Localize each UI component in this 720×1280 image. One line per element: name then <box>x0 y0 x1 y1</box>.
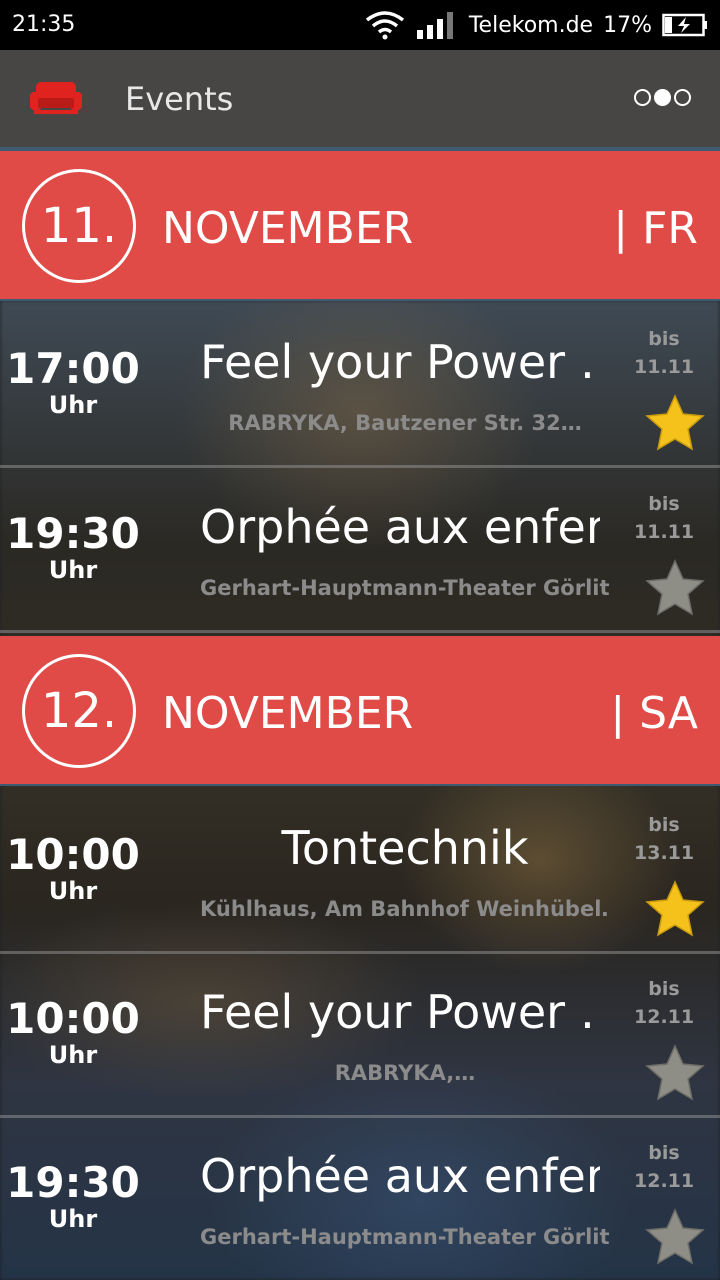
until-label: bis <box>648 814 680 836</box>
status-bar: 21:35 Telekom.de 17% <box>0 0 720 50</box>
battery-percent: 17% <box>603 12 652 38</box>
day-number: 11. <box>22 169 136 283</box>
event-until: bis 12.11 <box>634 1139 694 1195</box>
event-until: bis 11.11 <box>634 325 694 381</box>
event-time: 17:00 <box>6 344 140 393</box>
wifi-icon <box>365 11 404 40</box>
event-time: 10:00 <box>6 994 140 1043</box>
event-title: Feel your Power … <box>200 985 600 1039</box>
star-outline-icon[interactable] <box>644 1043 706 1103</box>
overflow-dots-icon[interactable] <box>634 89 691 106</box>
status-time: 21:35 <box>12 12 76 37</box>
event-time: 19:30 <box>6 509 140 558</box>
signal-icon <box>416 12 453 39</box>
event-until: bis 11.11 <box>634 490 694 546</box>
weekday-label: | SA <box>610 688 698 739</box>
event-row[interactable]: 17:00 Uhr Feel your Power … RABRYKA, Bau… <box>0 303 720 468</box>
event-time-unit: Uhr <box>48 1041 98 1069</box>
event-title: Orphée aux enfer… <box>200 1149 600 1203</box>
event-row[interactable]: 10:00 Uhr Feel your Power … RABRYKA,… bi… <box>0 953 720 1118</box>
event-until: bis 12.11 <box>634 975 694 1031</box>
weekday-label: | FR <box>613 203 698 254</box>
star-outline-icon[interactable] <box>644 558 706 618</box>
event-time: 19:30 <box>6 1158 140 1207</box>
event-row[interactable]: 19:30 Uhr Orphée aux enfer… Gerhart-Haup… <box>0 1117 720 1279</box>
until-date: 11.11 <box>634 521 695 543</box>
event-time: 10:00 <box>6 830 140 879</box>
until-label: bis <box>648 1142 680 1164</box>
event-row[interactable]: 10:00 Uhr Tontechnik Kühlhaus, Am Bahnho… <box>0 789 720 954</box>
sofa-icon[interactable] <box>28 80 84 116</box>
star-outline-icon[interactable] <box>644 1207 706 1267</box>
until-label: bis <box>648 978 680 1000</box>
day-number: 12. <box>22 654 136 768</box>
event-time-unit: Uhr <box>48 556 98 584</box>
until-date: 12.11 <box>634 1170 695 1192</box>
day-header: 11. NOVEMBER | FR <box>0 151 720 301</box>
event-location: Kühlhaus, Am Bahnhof Weinhübel… <box>200 897 610 921</box>
app-bar: Events <box>0 50 720 151</box>
event-row[interactable]: 19:30 Uhr Orphée aux enfer… Gerhart-Haup… <box>0 468 720 633</box>
month-label: NOVEMBER <box>162 203 414 254</box>
day-header: 12. NOVEMBER | SA <box>0 636 720 786</box>
event-location: RABRYKA,… <box>334 1061 476 1085</box>
event-time-unit: Uhr <box>48 877 98 905</box>
star-favorite-icon[interactable] <box>644 879 706 939</box>
event-location: Gerhart-Hauptmann-Theater Görlitz… <box>200 1225 610 1249</box>
month-label: NOVEMBER <box>162 688 414 739</box>
page-title: Events <box>125 80 234 118</box>
until-date: 12.11 <box>634 1006 695 1028</box>
until-label: bis <box>648 493 680 515</box>
star-favorite-icon[interactable] <box>644 393 706 453</box>
carrier-name: Telekom.de <box>468 12 594 38</box>
until-label: bis <box>648 328 680 350</box>
until-date: 11.11 <box>634 356 695 378</box>
event-title: Orphée aux enfer… <box>200 500 600 554</box>
event-location: Gerhart-Hauptmann-Theater Görlitz… <box>200 576 610 600</box>
event-location: RABRYKA, Bautzener Str. 32… <box>228 411 582 435</box>
event-time-unit: Uhr <box>48 1205 98 1233</box>
event-until: bis 13.11 <box>634 811 694 867</box>
event-time-unit: Uhr <box>48 391 98 419</box>
event-title: Feel your Power … <box>200 335 600 389</box>
battery-charging-icon <box>662 13 707 37</box>
event-title: Tontechnik <box>281 821 529 875</box>
until-date: 13.11 <box>634 842 695 864</box>
